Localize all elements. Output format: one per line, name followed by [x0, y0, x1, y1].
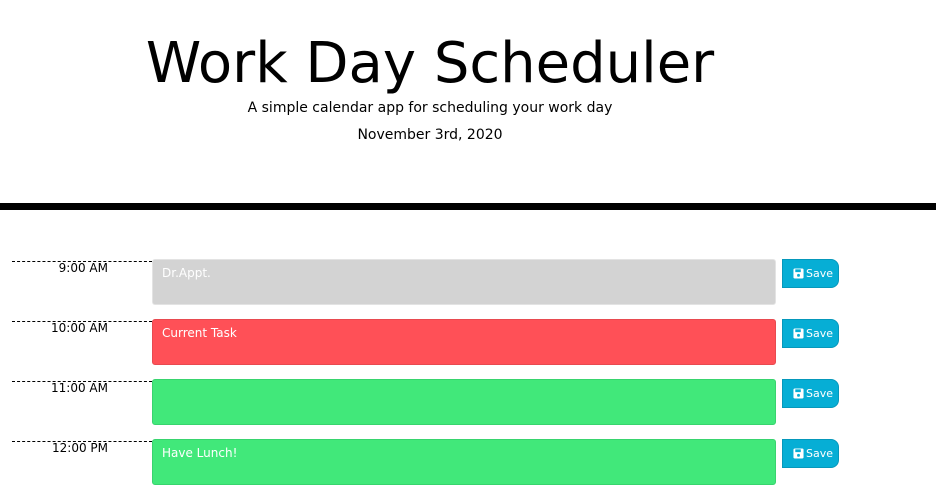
- description-textarea[interactable]: Current Task: [152, 319, 776, 365]
- time-block-10am: 10:00 AM Current Task Save: [0, 315, 936, 375]
- header-divider: [0, 203, 936, 210]
- hour-cell: 9:00 AM: [12, 261, 152, 305]
- save-button[interactable]: Save: [782, 439, 839, 468]
- time-block-9am: 9:00 AM Dr.Appt. Save: [0, 255, 936, 315]
- time-block-11am: 11:00 AM Save: [0, 375, 936, 435]
- scheduler-page: Work Day Scheduler A simple calendar app…: [0, 0, 936, 495]
- hour-cell: 10:00 AM: [12, 321, 152, 365]
- floppy-disk-icon: [793, 448, 804, 459]
- save-button[interactable]: Save: [782, 319, 839, 348]
- hour-label: 10:00 AM: [51, 321, 108, 335]
- floppy-disk-icon: [793, 388, 804, 399]
- hour-label: 11:00 AM: [51, 381, 108, 395]
- save-button-label: Save: [806, 327, 834, 340]
- hour-label: 12:00 PM: [52, 441, 108, 455]
- current-day: November 3rd, 2020: [357, 127, 503, 143]
- save-button-label: Save: [806, 447, 834, 460]
- time-block-12pm: 12:00 PM Have Lunch! Save: [0, 435, 936, 495]
- floppy-disk-icon: [793, 268, 804, 279]
- description-textarea[interactable]: Dr.Appt.: [152, 259, 776, 305]
- save-button[interactable]: Save: [782, 379, 839, 408]
- hour-cell: 11:00 AM: [12, 381, 152, 425]
- hour-cell: 12:00 PM: [12, 441, 152, 485]
- floppy-disk-icon: [793, 328, 804, 339]
- save-button[interactable]: Save: [782, 259, 839, 288]
- page-title: Work Day Scheduler: [145, 31, 715, 96]
- description-textarea[interactable]: Have Lunch!: [152, 439, 776, 485]
- save-button-label: Save: [806, 267, 834, 280]
- description-textarea[interactable]: [152, 379, 776, 425]
- header-jumbotron: Work Day Scheduler A simple calendar app…: [0, 0, 860, 205]
- time-block-list: 9:00 AM Dr.Appt. Save 10:00 AM Current T…: [0, 255, 936, 495]
- page-subtitle: A simple calendar app for scheduling you…: [247, 100, 613, 116]
- save-button-label: Save: [806, 387, 834, 400]
- hour-label: 9:00 AM: [58, 261, 108, 275]
